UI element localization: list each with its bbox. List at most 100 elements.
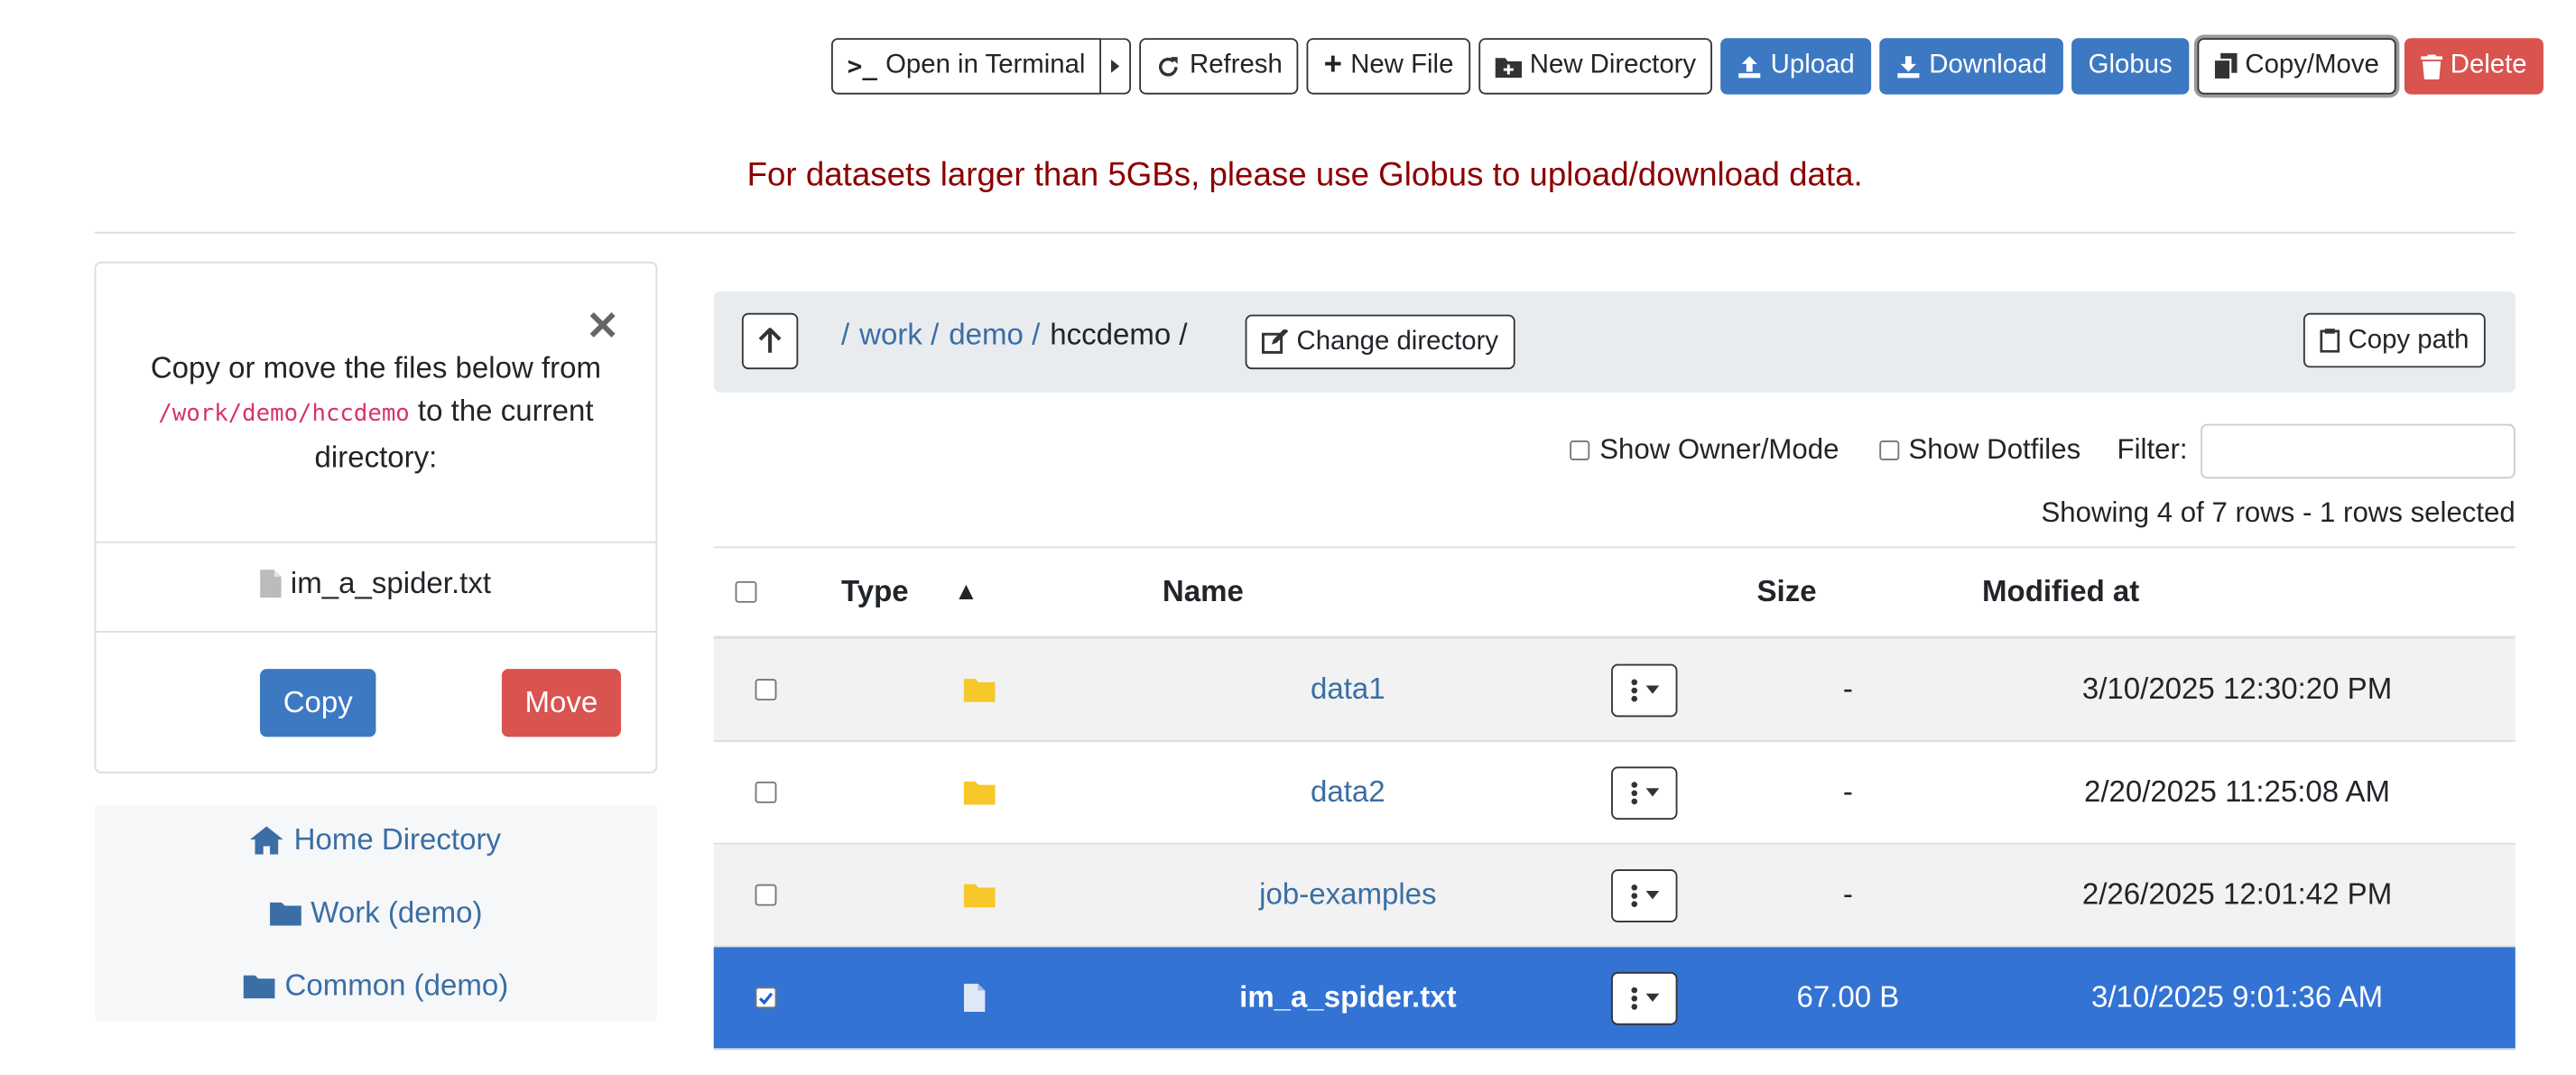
terminal-icon: >_	[847, 51, 877, 81]
copy-button[interactable]: Copy	[260, 669, 376, 737]
shortcut-home-directory[interactable]: Home Directory	[95, 823, 658, 858]
upload-icon	[1738, 55, 1761, 78]
row-checkbox-cell	[755, 947, 777, 1048]
parent-directory-button[interactable]	[741, 312, 799, 370]
table-row[interactable]: data2 - 2/20/2025 11:25:08 AM	[713, 742, 2516, 845]
kebab-icon	[1630, 781, 1637, 804]
delete-label: Delete	[2450, 51, 2527, 80]
column-header-size[interactable]: Size	[1757, 548, 1817, 635]
breadcrumb-work[interactable]: work /	[859, 318, 939, 353]
divider	[94, 231, 2516, 234]
kebab-icon	[1630, 986, 1637, 1009]
table-body: data1 - 3/10/2025 12:30:20 PM data2 - 2/20/20…	[713, 639, 2516, 1051]
globus-notice: For datasets larger than 5GBs, please us…	[746, 157, 1863, 194]
folder-icon	[269, 902, 301, 926]
divider	[96, 541, 656, 543]
table-row[interactable]: im_a_spider.txt 67.00 B 3/10/2025 9:01:36 …	[713, 947, 2516, 1051]
folder-icon	[963, 884, 996, 908]
open-in-terminal-label: Open in Terminal	[885, 51, 1086, 80]
new-file-button[interactable]: + New File	[1307, 38, 1470, 95]
new-directory-button[interactable]: New Directory	[1478, 38, 1713, 95]
show-owner-checkbox[interactable]	[1570, 440, 1590, 461]
file-name-link[interactable]: job-examples	[1259, 877, 1436, 913]
change-directory-button[interactable]: Change directory	[1245, 314, 1515, 370]
shortcut-work[interactable]: Work (demo)	[95, 896, 658, 931]
folder-icon	[963, 781, 996, 805]
row-actions-button[interactable]	[1611, 970, 1678, 1024]
column-header-type[interactable]: Type	[841, 548, 909, 635]
folder-icon	[243, 975, 275, 999]
table-row[interactable]: data1 - 3/10/2025 12:30:20 PM	[713, 639, 2516, 742]
move-button[interactable]: Move	[501, 669, 621, 737]
size-cell: 67.00 B	[1796, 980, 1900, 1014]
file-name-link[interactable]: data2	[1311, 775, 1385, 811]
row-checkbox-cell	[755, 639, 777, 740]
upload-button[interactable]: Upload	[1720, 38, 1872, 95]
row-checkbox[interactable]	[755, 884, 777, 906]
modified-cell: 2/26/2025 12:01:42 PM	[2081, 877, 2393, 912]
show-dotfiles-checkbox[interactable]	[1878, 440, 1899, 461]
download-label: Download	[1929, 51, 2047, 80]
file-table: Type ▲ Name Size Modified at data1 - 3/10/…	[713, 546, 2516, 1051]
change-directory-label: Change directory	[1296, 327, 1499, 356]
check-icon	[758, 991, 774, 1005]
column-header-modified[interactable]: Modified at	[1982, 548, 2139, 635]
terminal-dropdown-toggle[interactable]	[1101, 38, 1132, 95]
file-icon	[963, 983, 986, 1012]
copy-move-button[interactable]: Copy/Move	[2197, 38, 2396, 95]
shortcut-label: Common (demo)	[284, 968, 509, 1002]
row-checkbox[interactable]	[755, 987, 777, 1009]
clipboard-icon	[2320, 329, 2340, 353]
kebab-icon	[1630, 678, 1637, 701]
new-directory-label: New Directory	[1529, 51, 1697, 80]
filter-input[interactable]	[2201, 422, 2516, 478]
folder-icon	[963, 679, 996, 702]
caret-down-icon	[1645, 891, 1659, 900]
table-row[interactable]: job-examples - 2/26/2025 12:01:42 PM	[713, 844, 2516, 948]
edit-icon	[1261, 329, 1289, 354]
copy-path-button[interactable]: Copy path	[2303, 312, 2486, 368]
open-in-terminal-button[interactable]: >_ Open in Terminal	[830, 38, 1102, 95]
row-actions-button[interactable]	[1611, 765, 1678, 820]
breadcrumb-demo[interactable]: demo /	[949, 318, 1040, 353]
copy-move-message: Copy or move the files below from /work/…	[125, 346, 625, 478]
row-actions-button[interactable]	[1611, 868, 1678, 922]
globus-button[interactable]: Globus	[2071, 38, 2190, 95]
folder-plus-icon	[1495, 57, 1522, 78]
file-icon	[261, 570, 283, 598]
close-icon[interactable]: ✕	[586, 303, 619, 351]
table-controls: Show Owner/Mode Show Dotfiles Filter:	[1570, 422, 2516, 478]
arrow-up-icon	[758, 328, 782, 353]
row-actions-button[interactable]	[1611, 663, 1678, 717]
kebab-icon	[1630, 884, 1637, 907]
table-header: Type ▲ Name Size Modified at	[713, 546, 2516, 640]
show-owner-label: Show Owner/Mode	[1599, 433, 1839, 466]
column-header-name[interactable]: Name	[1163, 548, 1244, 635]
caret-right-icon	[1111, 60, 1120, 73]
breadcrumb-bar: / work / demo / hccdemo / Change directo…	[713, 291, 2516, 393]
copy-message-prefix: Copy or move the files below from	[150, 350, 602, 385]
refresh-button[interactable]: Refresh	[1139, 38, 1300, 95]
row-actions-cell	[1611, 742, 1678, 843]
row-checkbox-cell	[755, 742, 777, 843]
file-name-link[interactable]: im_a_spider.txt	[1239, 980, 1456, 1015]
breadcrumb-root[interactable]: /	[841, 318, 849, 353]
delete-button[interactable]: Delete	[2404, 38, 2544, 95]
download-icon	[1897, 55, 1920, 78]
breadcrumb-current: hccdemo /	[1050, 318, 1188, 351]
shortcut-common[interactable]: Common (demo)	[95, 968, 658, 1004]
modified-cell: 3/10/2025 9:01:36 AM	[2090, 980, 2384, 1014]
select-all-checkbox[interactable]	[735, 580, 757, 603]
row-checkbox[interactable]	[755, 679, 777, 701]
plus-icon: +	[1323, 48, 1343, 83]
size-cell: -	[1842, 877, 1853, 912]
row-checkbox[interactable]	[755, 781, 777, 803]
modified-cell: 3/10/2025 12:30:20 PM	[2081, 672, 2393, 706]
toolbar: >_ Open in Terminal Refresh + New File N…	[830, 38, 2544, 95]
pending-file: im_a_spider.txt	[96, 566, 655, 601]
trash-icon	[2420, 53, 2442, 79]
file-name-link[interactable]: data1	[1311, 672, 1385, 708]
pending-file-name: im_a_spider.txt	[290, 566, 492, 600]
download-button[interactable]: Download	[1879, 38, 2064, 95]
copy-move-label: Copy/Move	[2245, 51, 2379, 80]
